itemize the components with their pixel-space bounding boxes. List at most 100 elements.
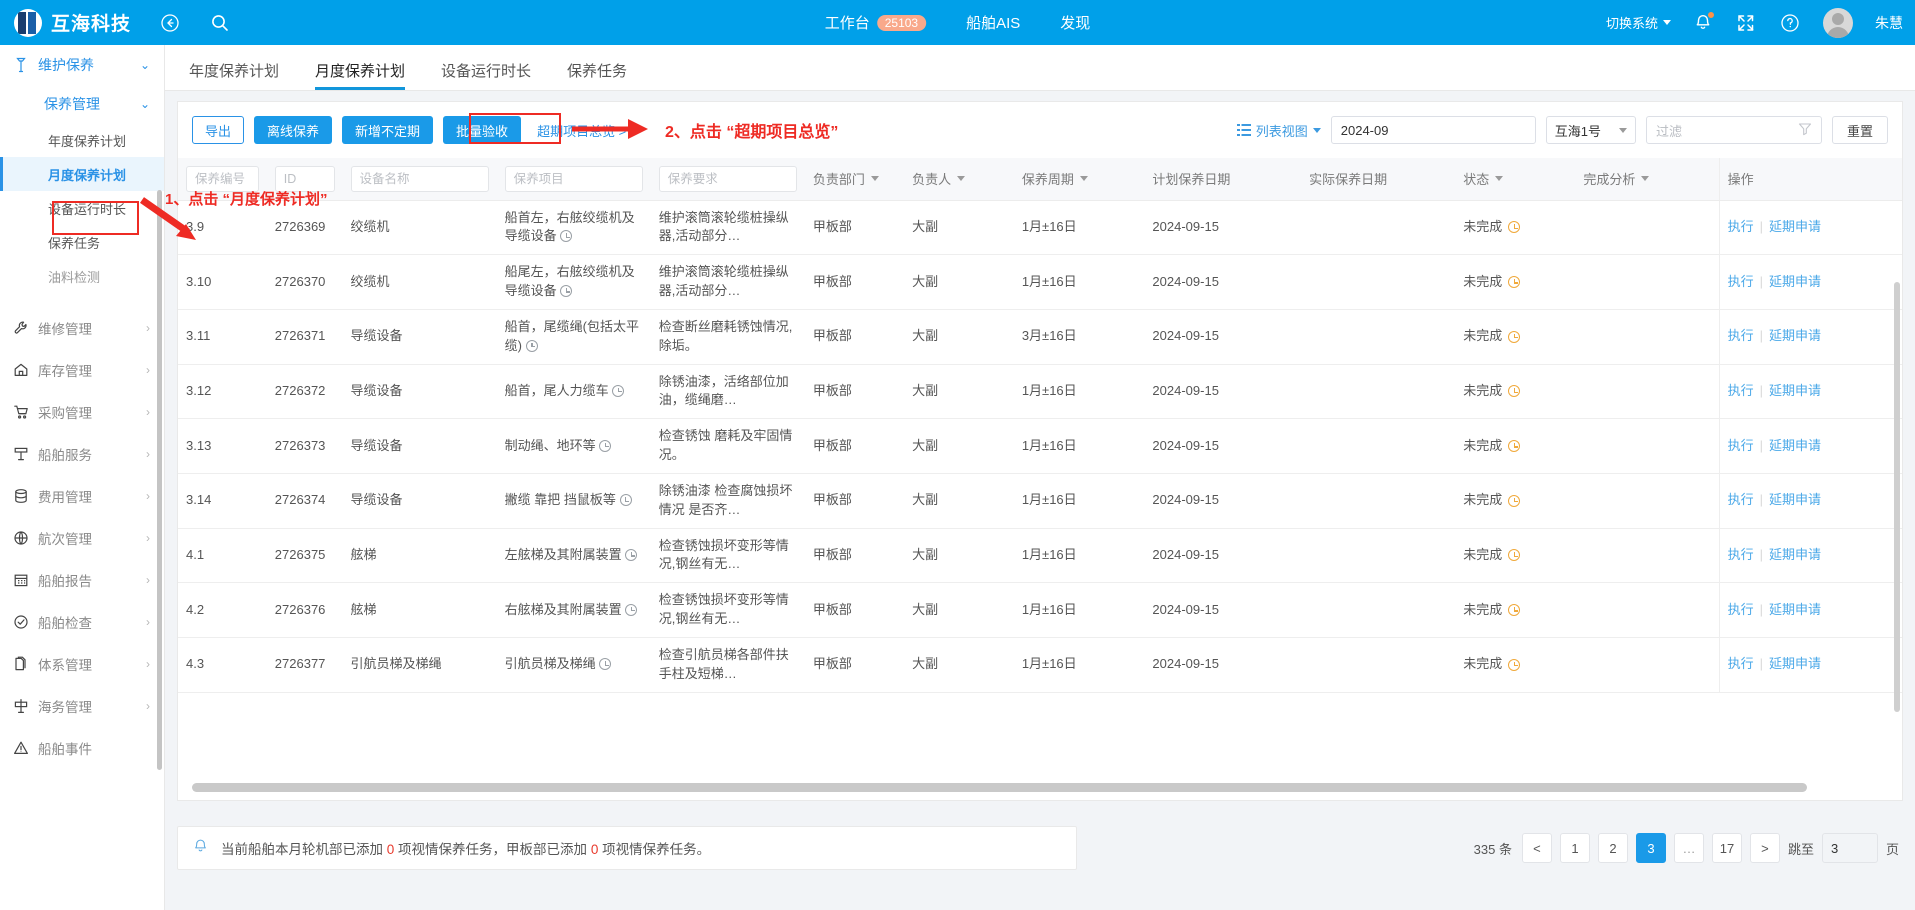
sidebar-item-voyage-mgmt[interactable]: 航次管理 › [0,517,164,559]
code-filter-input[interactable]: 保养编号 [186,165,259,192]
pagination-jump-input[interactable]: 3 [1821,833,1878,863]
delay-request-link[interactable]: 延期申请 [1769,547,1821,562]
sidebar-group-maintenance-mgmt[interactable]: 保养管理 ⌄ [0,85,164,123]
sidebar-item-equipment-runtime[interactable]: 设备运行时长 [0,191,164,225]
pagination-page-17[interactable]: 17 [1711,833,1742,863]
filter-input[interactable]: 过滤 [1645,116,1822,144]
item-filter-input[interactable]: 保养项目 [504,165,643,192]
table-row[interactable]: 3.12 2726372 导缆设备 船首，尾人力缆车 除锈油漆，活络部位加油，缆绳磨…… [178,364,1902,420]
tab-annual-plan[interactable]: 年度保养计划 [189,60,279,90]
sidebar-item-monthly-plan[interactable]: 月度保养计划 [0,157,164,191]
col-dept[interactable]: 负责部门 [804,158,905,201]
sidebar-item-marine-affairs[interactable]: 海务管理 › [0,685,164,727]
sidebar-item-annual-plan[interactable]: 年度保养计划 [0,123,164,157]
sidebar-item-inventory-mgmt[interactable]: 库存管理 › [0,349,164,391]
pagination-page-2[interactable]: 2 [1597,833,1628,863]
brand[interactable]: 互海科技 [14,8,131,37]
execute-link[interactable]: 执行 [1728,492,1754,507]
delay-request-link[interactable]: 延期申请 [1769,656,1821,671]
execute-link[interactable]: 执行 [1728,656,1754,671]
tab-equipment-runtime[interactable]: 设备运行时长 [441,60,531,90]
pagination-next[interactable]: > [1749,833,1780,863]
sidebar-item-repair-mgmt[interactable]: 维修管理 › [0,307,164,349]
sidebar-item-purchase-mgmt[interactable]: 采购管理 › [0,391,164,433]
clock-icon [619,494,632,507]
sidebar-item-ship-report[interactable]: 船舶报告 › [0,559,164,601]
sidebar-scrollbar[interactable] [157,190,162,770]
sidebar-item-maintenance-task[interactable]: 保养任务 [0,225,164,259]
analysis-sort[interactable]: 完成分析 [1583,169,1710,188]
id-filter-input[interactable]: ID [274,165,335,192]
tab-monthly-plan[interactable]: 月度保养计划 [315,60,406,90]
pagination-page-1[interactable]: 1 [1559,833,1590,863]
cycle-sort[interactable]: 保养周期 [1022,169,1137,188]
col-owner[interactable]: 负责人 [904,158,1014,201]
sidebar-item-maintenance[interactable]: 维护保养 ⌄ [0,45,164,85]
delay-request-link[interactable]: 延期申请 [1769,438,1821,453]
avatar[interactable] [1823,7,1853,38]
execute-link[interactable]: 执行 [1728,383,1754,398]
pagination-ellipsis[interactable]: … [1673,833,1704,863]
col-cycle[interactable]: 保养周期 [1013,158,1145,201]
help-icon[interactable] [1779,12,1801,34]
execute-link[interactable]: 执行 [1728,602,1754,617]
execute-link[interactable]: 执行 [1728,547,1754,562]
overdue-overview-link[interactable]: 超期项目总览 > [531,118,632,143]
execute-link[interactable]: 执行 [1728,274,1754,289]
table-row[interactable]: 4.2 2726376 舷梯 右舷梯及其附属装置 检查锈蚀损坏变形等情况,钢丝有无… 甲… [178,582,1902,638]
table-vertical-scrollbar[interactable] [1894,282,1900,712]
pagination-prev[interactable]: < [1521,833,1552,863]
ship-select[interactable]: 互海1号 [1545,116,1636,144]
header-nav-workbench[interactable]: 工作台 25103 [825,12,927,33]
cell-owner: 大副 [904,582,1014,638]
table-row[interactable]: 3.14 2726374 导缆设备 撇缆 靠把 挡鼠板等 除锈油漆 检查腐蚀损坏情况 … [178,473,1902,529]
table-row[interactable]: 4.3 2726377 引航员梯及梯绳 引航员梯及梯绳 检查引航员梯各部件扶手柱及短梯… [178,637,1902,693]
table-row[interactable]: 4.1 2726375 舷梯 左舷梯及其附属装置 检查锈蚀损坏变形等情况,钢丝有无… 甲… [178,528,1902,584]
export-button[interactable]: 导出 [192,116,245,144]
sidebar-item-expense-mgmt[interactable]: 费用管理 › [0,475,164,517]
execute-link[interactable]: 执行 [1728,219,1754,234]
table-row[interactable]: 3.13 2726373 导缆设备 制动绳、地环等 检查锈蚀 磨耗及牢固情况。 甲板部大… [178,418,1902,474]
table-row[interactable]: 3.9 2726369 绞缆机 船首左，右舷绞缆机及导缆设备 维护滚筒滚轮缆桩操纵器,… [178,200,1902,256]
delay-request-link[interactable]: 延期申请 [1769,328,1821,343]
table-horizontal-scrollbar[interactable] [192,783,1807,792]
add-irregular-button[interactable]: 新增不定期 [342,116,434,144]
user-name[interactable]: 朱慧 [1875,13,1903,33]
tab-maintenance-task[interactable]: 保养任务 [567,60,627,90]
header-nav-discover[interactable]: 发现 [1060,12,1090,33]
pagination-page-3[interactable]: 3 [1635,833,1666,863]
sidebar-item-ship-service[interactable]: 船舶服务 › [0,433,164,475]
batch-accept-button[interactable]: 批量验收 [443,116,522,144]
col-analysis[interactable]: 完成分析 [1575,158,1720,201]
notification-bell-icon[interactable] [1693,10,1715,34]
owner-sort[interactable]: 负责人 [912,169,1006,188]
filter-icon[interactable] [1798,122,1812,139]
delay-request-link[interactable]: 延期申请 [1769,383,1821,398]
switch-system-button[interactable]: 切换系统 [1606,13,1671,32]
sidebar-item-ship-inspection[interactable]: 船舶检查 › [0,601,164,643]
delay-request-link[interactable]: 延期申请 [1769,274,1821,289]
back-circle-icon[interactable] [159,12,181,34]
view-mode-select[interactable]: 列表视图 [1236,121,1321,140]
delay-request-link[interactable]: 延期申请 [1769,492,1821,507]
execute-link[interactable]: 执行 [1728,438,1754,453]
fullscreen-icon[interactable] [1735,12,1757,34]
equipment-filter-input[interactable]: 设备名称 [350,165,489,192]
delay-request-link[interactable]: 延期申请 [1769,219,1821,234]
table-row[interactable]: 3.11 2726371 导缆设备 船首，尾缆绳(包括太平缆) 检查断丝磨耗锈蚀情况,… [178,309,1902,365]
month-input[interactable]: 2024-09 [1330,116,1536,144]
header-nav-ais[interactable]: 船舶AIS [966,12,1020,33]
reset-button[interactable]: 重置 [1831,116,1888,144]
execute-link[interactable]: 执行 [1728,328,1754,343]
search-icon[interactable] [209,12,231,34]
sidebar-item-system-mgmt[interactable]: 体系管理 › [0,643,164,685]
status-sort[interactable]: 状态 [1463,169,1567,188]
sidebar-item-oil-test[interactable]: 油料检测 [0,259,164,293]
delay-request-link[interactable]: 延期申请 [1769,602,1821,617]
table-row[interactable]: 3.10 2726370 绞缆机 船尾左，右舷绞缆机及导缆设备 维护滚筒滚轮缆桩操纵器… [178,254,1902,310]
requirement-filter-input[interactable]: 保养要求 [658,165,797,192]
offline-maintenance-button[interactable]: 离线保养 [254,116,333,144]
dept-sort[interactable]: 负责部门 [813,169,896,188]
col-status[interactable]: 状态 [1455,158,1576,201]
sidebar-item-ship-event[interactable]: 船舶事件 [0,727,164,769]
